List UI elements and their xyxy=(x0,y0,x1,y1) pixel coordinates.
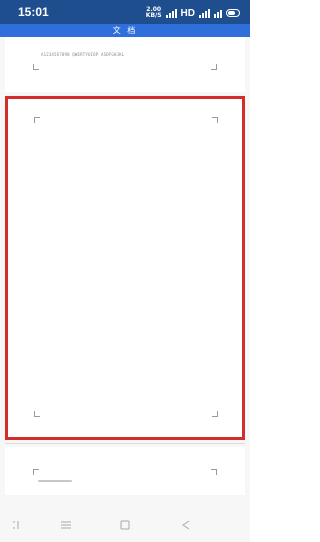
status-bar: 15:01 2.00 KB/S HD xyxy=(0,0,250,24)
margin-corner-top-left xyxy=(34,117,40,123)
margin-corner-bottom-right xyxy=(212,411,218,417)
recent-icon[interactable] xyxy=(180,519,192,531)
document-page-2-highlighted[interactable] xyxy=(5,96,245,440)
menu-icon[interactable] xyxy=(12,519,24,531)
hd-label: HD xyxy=(180,7,195,19)
title-bar: 文 档 xyxy=(0,24,250,37)
status-time: 15:01 xyxy=(18,5,49,19)
signal-icon xyxy=(165,8,177,18)
margin-corner-top-right xyxy=(211,469,217,475)
network-speed: 2.00 KB/S xyxy=(146,7,162,19)
screen: 15:01 2.00 KB/S HD 文 档 A1234567890 QWERT… xyxy=(0,0,250,542)
signal-strength-icon xyxy=(199,8,210,18)
margin-corner-bottom-left xyxy=(34,411,40,417)
margin-corner-top-left xyxy=(33,469,39,475)
navigation-bar xyxy=(0,505,250,542)
margin-corner-bottom-right xyxy=(211,64,217,70)
document-page-1[interactable]: A1234567890 QWERTYUIOP ASDFGHJKL xyxy=(5,37,245,92)
battery-icon xyxy=(226,9,240,17)
margin-corner-bottom-left xyxy=(33,64,39,70)
document-page-3[interactable] xyxy=(5,447,245,495)
margin-corner-top-right xyxy=(212,117,218,123)
page-text-line: A1234567890 QWERTYUIOP ASDFGHJKL xyxy=(41,52,125,57)
scroll-indicator[interactable] xyxy=(38,480,72,482)
status-icons: 2.00 KB/S HD xyxy=(146,5,240,21)
page-separator xyxy=(5,443,245,444)
wifi-icon xyxy=(214,8,222,18)
back-icon[interactable] xyxy=(119,519,131,531)
network-speed-unit: KB/S xyxy=(145,12,162,19)
home-icon[interactable] xyxy=(60,519,72,531)
